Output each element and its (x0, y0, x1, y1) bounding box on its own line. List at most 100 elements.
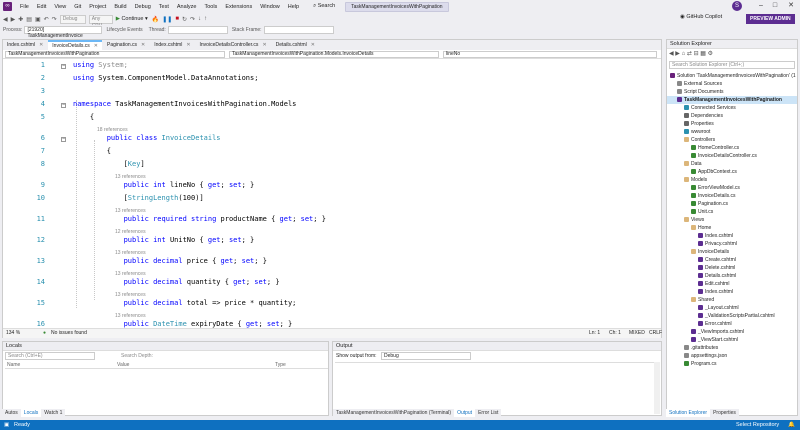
solution-tree-item[interactable]: InvoiceDetailsController.cs (667, 152, 797, 160)
close-tab-icon[interactable]: ✕ (39, 42, 43, 48)
notifications-icon[interactable]: 🔔 (788, 420, 795, 430)
menu-item[interactable]: Edit (33, 4, 50, 10)
new-item-icon[interactable]: ✚ (18, 16, 23, 23)
type-nav-select[interactable]: TaskManagementInvoicesWithPagination.Mod… (229, 51, 439, 58)
solution-tree-item[interactable]: _ViewStart.cshtml (667, 336, 797, 344)
document-tab[interactable]: Details.cshtml ✕ (272, 40, 319, 50)
menu-item[interactable]: Test (155, 4, 173, 10)
thread-select[interactable] (167, 26, 228, 34)
stop-icon[interactable]: ■ (175, 16, 179, 22)
code-line[interactable]: 5 { (3, 112, 661, 125)
sync-icon[interactable]: ⇄ (687, 51, 692, 57)
solution-tree-item[interactable]: Privacy.cshtml (667, 240, 797, 248)
solution-tree-item[interactable]: Edit.cshtml (667, 280, 797, 288)
close-tab-icon[interactable]: ✕ (311, 42, 315, 48)
output-text-area[interactable] (335, 362, 655, 414)
menu-item[interactable]: Help (284, 4, 303, 10)
close-tab-icon[interactable]: ✕ (186, 42, 190, 48)
solution-tree-item[interactable]: Pagination.cs (667, 200, 797, 208)
select-repository-button[interactable]: Select Repository (736, 420, 779, 430)
hot-reload-icon[interactable]: 🔥 (152, 16, 159, 23)
zoom-level[interactable]: 134 % (6, 329, 20, 338)
output-source-select[interactable]: Debug (381, 352, 471, 360)
solution-tree-item[interactable]: _Layout.cshtml (667, 304, 797, 312)
menu-item[interactable]: Build (110, 4, 130, 10)
continue-button[interactable]: ▶ Continue ▾ (116, 16, 148, 22)
minimize-icon[interactable]: – (754, 0, 768, 13)
solution-tree-item[interactable]: AppDbContext.cs (667, 168, 797, 176)
code-line[interactable]: 16 public DateTime expiryDate { get; set… (3, 319, 661, 328)
solution-tree-item[interactable]: Controllers (667, 136, 797, 144)
project-nav-select[interactable]: TaskManagementInvoicesWithPagination (5, 51, 225, 58)
solution-tree-item[interactable]: Home (667, 224, 797, 232)
step-over-icon[interactable]: ↷ (190, 16, 195, 23)
close-tab-icon[interactable]: ✕ (94, 43, 98, 49)
solution-tree-item[interactable]: Details.cshtml (667, 272, 797, 280)
solution-tree-item[interactable]: .gitattributes (667, 344, 797, 352)
solution-tree-item[interactable]: Delete.cshtml (667, 264, 797, 272)
solution-tree-item[interactable]: TaskManagementInvoicesWithPagination (667, 96, 797, 104)
tab-properties[interactable]: Properties (710, 409, 739, 417)
solution-tree-item[interactable]: Solution 'TaskManagementInvoicesWithPagi… (667, 72, 797, 80)
tab-watch-1[interactable]: Watch 1 (41, 409, 66, 417)
back-icon[interactable]: ◀ (669, 51, 674, 57)
pause-icon[interactable]: ❚❚ (162, 16, 172, 23)
code-line[interactable]: 7 { (3, 146, 661, 159)
solution-tree-item[interactable]: Error.cshtml (667, 320, 797, 328)
column-value[interactable]: Value (117, 362, 129, 368)
solution-tree-item[interactable]: Create.cshtml (667, 256, 797, 264)
code-area[interactable]: 1 − using System; 2 using System.ComponentMo… (3, 60, 661, 328)
solution-tree-item[interactable]: ErrorViewModel.cs (667, 184, 797, 192)
solution-tree-item[interactable]: _ValidationScriptsPartial.cshtml (667, 312, 797, 320)
fold-toggle-icon[interactable]: − (61, 137, 66, 142)
code-line[interactable]: 6 − public class InvoiceDetails (3, 133, 661, 146)
avatar[interactable]: S (732, 1, 742, 11)
code-line[interactable]: 2 using System.ComponentModel.DataAnnotat… (3, 73, 661, 86)
close-tab-icon[interactable]: ✕ (141, 42, 145, 48)
code-line[interactable]: 3 (3, 86, 661, 99)
menu-item[interactable]: Git (70, 4, 85, 10)
solution-tree-item[interactable]: HomeController.cs (667, 144, 797, 152)
code-line[interactable]: 15 public decimal total => price * quant… (3, 298, 661, 311)
solution-tree-item[interactable]: Models (667, 176, 797, 184)
solution-tree-item[interactable]: Shared (667, 296, 797, 304)
restart-icon[interactable]: ↻ (182, 16, 187, 23)
preview-admin-button[interactable]: PREVIEW ADMIN (746, 14, 795, 24)
issues-status[interactable]: No issues found (51, 329, 87, 338)
properties-icon[interactable]: ⚙ (708, 51, 713, 57)
solution-tree-item[interactable]: Unit.cs (667, 208, 797, 216)
document-tab[interactable]: InvoiceDetailsController.cs ✕ (196, 40, 271, 50)
menu-item[interactable]: Extensions (221, 4, 256, 10)
solution-tree-item[interactable]: wwwroot (667, 128, 797, 136)
menu-item[interactable]: Window (256, 4, 284, 10)
code-line[interactable]: 14 public decimal quantity { get; set; } (3, 277, 661, 290)
menu-item[interactable]: Project (85, 4, 110, 10)
code-line[interactable]: 12 public int UnitNo { get; set; } (3, 235, 661, 248)
home-icon[interactable]: ⌂ (682, 51, 686, 57)
solution-tree-item[interactable]: _ViewImports.cshtml (667, 328, 797, 336)
back-icon[interactable]: ◀ (3, 16, 8, 23)
solution-tree-item[interactable]: Index.cshtml (667, 288, 797, 296)
document-tab[interactable]: Index.cshtml ✕ (3, 40, 47, 50)
tab-solution-explorer[interactable]: Solution Explorer (666, 409, 711, 417)
menu-item[interactable]: View (50, 4, 70, 10)
maximize-icon[interactable]: □ (768, 0, 782, 13)
tab-output[interactable]: Output (454, 409, 476, 417)
copilot-button[interactable]: ◉ GitHub Copilot (680, 14, 722, 20)
lifecycle-events-button[interactable]: Lifecycle Events (106, 27, 142, 33)
document-tab[interactable]: InvoiceDetails.cs ✕ (48, 40, 102, 50)
tab-error-list[interactable]: Error List (475, 409, 502, 417)
configuration-select[interactable]: Debug (59, 14, 86, 24)
menu-item[interactable]: File (16, 4, 33, 10)
tab-terminal[interactable]: TaskManagementInvoicesWithPagination (Te… (333, 409, 455, 417)
member-nav-select[interactable]: lineNo (443, 51, 657, 58)
solution-tree-item[interactable]: Dependencies (667, 112, 797, 120)
column-type[interactable]: Type (275, 362, 286, 368)
menu-item[interactable]: Analyze (173, 4, 201, 10)
step-out-icon[interactable]: ↑ (204, 16, 207, 22)
document-tab[interactable]: Pagination.cs ✕ (103, 40, 149, 50)
redo-icon[interactable]: ↷ (52, 16, 57, 23)
solution-tree-item[interactable]: Views (667, 216, 797, 224)
solution-tree-item[interactable]: appsettings.json (667, 352, 797, 360)
close-tab-icon[interactable]: ✕ (262, 42, 266, 48)
